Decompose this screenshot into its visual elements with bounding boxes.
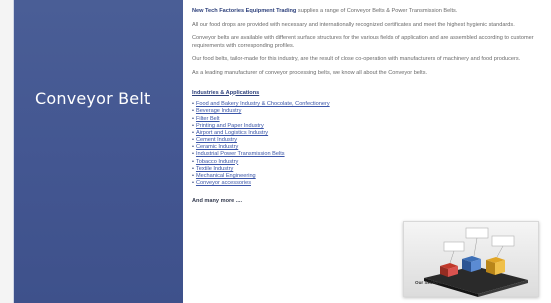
bullet-icon: • (192, 122, 194, 129)
application-link[interactable]: Food and Bakery Industry & Chocolate, Co… (196, 101, 330, 107)
sectors-label: Our Sectors (415, 280, 442, 285)
list-item: • Cement Industry (192, 137, 540, 144)
list-item: • Conveyor accessories (192, 180, 540, 187)
bullet-icon: • (192, 165, 194, 172)
application-link[interactable]: Industrial Power Transmission Belts (196, 151, 285, 157)
bullet-icon: • (192, 144, 194, 151)
applications-list: • Food and Bakery Industry & Chocolate, C… (192, 101, 540, 187)
our-sectors-banner[interactable]: Our Sectors (403, 221, 539, 297)
company-name: New Tech Factories Equipment Trading (192, 8, 297, 14)
application-link[interactable]: Beverage Industry (196, 108, 241, 114)
applications-heading: Industries & Applications (192, 89, 260, 96)
application-link[interactable]: Textile Industry (196, 166, 233, 172)
list-item: • Filter Belt (192, 116, 540, 123)
bullet-icon: • (192, 108, 194, 115)
application-link[interactable]: Cement Industry (196, 137, 237, 143)
application-link[interactable]: Filter Belt (196, 116, 220, 122)
manufacturer-paragraph: As a leading manufacturer of conveyor pr… (192, 69, 428, 76)
list-item: • Tobacco Industry (192, 159, 540, 166)
list-item: • Food and Bakery Industry & Chocolate, C… (192, 101, 540, 108)
application-link[interactable]: Airport and Logistics Industry (196, 130, 268, 136)
bullet-icon: • (192, 151, 194, 158)
bullet-icon: • (192, 137, 194, 144)
list-item: • Airport and Logistics Industry (192, 130, 540, 137)
list-item: • Beverage Industry (192, 108, 540, 115)
application-link[interactable]: Conveyor accessories (196, 180, 251, 186)
bullet-icon: • (192, 173, 194, 180)
application-link[interactable]: Tobacco Industry (196, 159, 238, 165)
list-item: • Printing and Paper Industry (192, 123, 540, 130)
intro-text: supplies a range of Conveyor Belts & Pow… (296, 8, 458, 14)
application-link[interactable]: Mechanical Engineering (196, 173, 256, 179)
list-item: • Ceramic Industry (192, 144, 540, 151)
bullet-icon: • (192, 115, 194, 122)
list-item: • Mechanical Engineering (192, 173, 540, 180)
bullet-icon: • (192, 129, 194, 136)
application-link[interactable]: Printing and Paper Industry (196, 123, 264, 129)
list-item: • Industrial Power Transmission Belts (192, 151, 540, 158)
page-title: Conveyor Belt (35, 89, 151, 108)
certificates-paragraph: All our food drops are provided with nec… (192, 21, 515, 28)
sectors-illustration (424, 227, 528, 297)
main-content: New Tech Factories Equipment Trading sup… (192, 8, 540, 206)
side-panel: Conveyor Belt (13, 0, 183, 303)
bullet-icon: • (192, 101, 194, 108)
more-text: And many more .... (192, 198, 243, 205)
bullet-icon: • (192, 158, 194, 165)
surface-paragraph: Conveyor belts are available with differ… (192, 35, 534, 49)
intro-paragraph: New Tech Factories Equipment Trading sup… (192, 8, 540, 16)
list-item: • Textile Industry (192, 166, 540, 173)
application-link[interactable]: Ceramic Industry (196, 144, 238, 150)
food-belts-paragraph: Our food belts, tailor-made for this ind… (192, 56, 521, 63)
bullet-icon: • (192, 180, 194, 187)
